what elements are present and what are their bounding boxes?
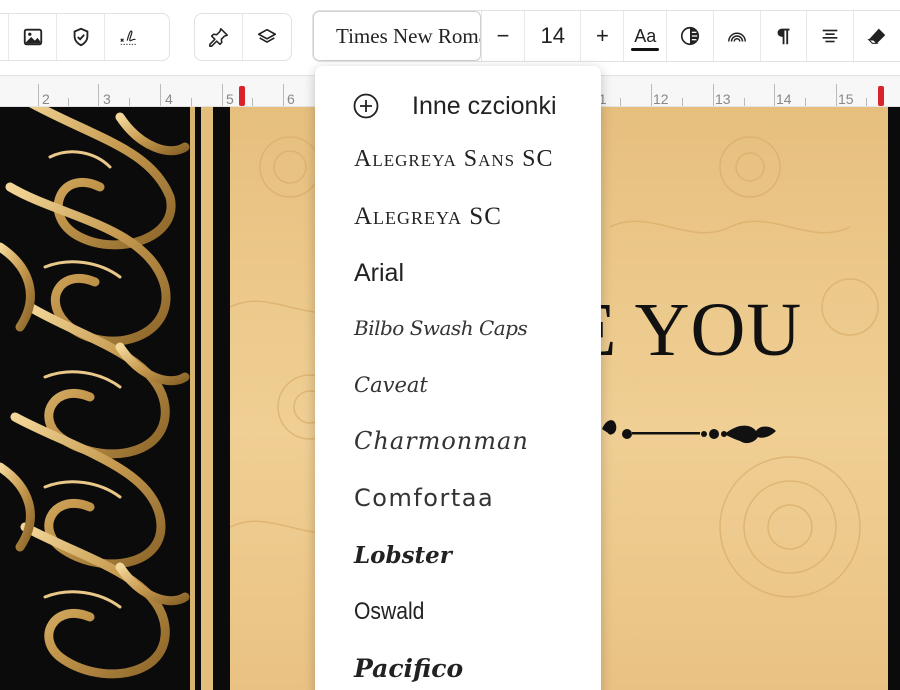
ornament-flourish	[602, 420, 776, 444]
left-margin-marker[interactable]	[239, 86, 245, 106]
ruler-label: 6	[287, 91, 295, 107]
ruler-label: 2	[42, 91, 50, 107]
pin-button[interactable]	[195, 14, 243, 60]
font-option-oswald[interactable]: Oswald	[354, 598, 424, 626]
text-format-group: Times New Roman − 14 + Aa	[312, 10, 900, 62]
ornamental-border	[0, 107, 190, 690]
font-option-pacifico[interactable]: Pacifico	[354, 654, 463, 683]
shield-icon	[73, 27, 88, 47]
add-circle-icon	[353, 93, 379, 119]
text-curve-button[interactable]	[712, 11, 760, 61]
text-style-label: Aa	[631, 26, 660, 51]
object-tools-group	[194, 13, 292, 61]
contrast-button[interactable]	[666, 11, 713, 61]
ruler-label: 14	[776, 91, 792, 107]
protect-button[interactable]	[57, 14, 105, 60]
font-option-comfortaa[interactable]: Comfortaa	[354, 484, 494, 512]
image-icon	[23, 28, 42, 46]
font-dropdown: Inne czcionki Alegreya Sans SC Alegreya …	[315, 66, 601, 690]
card-title[interactable]: E YOU	[570, 287, 802, 374]
signature-button[interactable]	[105, 14, 153, 60]
ruler-label: 4	[165, 91, 173, 107]
ruler-label: 13	[715, 91, 731, 107]
eraser-icon	[867, 28, 886, 44]
pilcrow-icon	[777, 28, 790, 45]
ruler-label: 3	[103, 91, 111, 107]
signature-icon	[120, 30, 138, 45]
partial-button[interactable]	[0, 14, 9, 60]
font-option-bilbo-swash-caps[interactable]: Bilbo Swash Caps	[354, 316, 528, 340]
toolbar: Times New Roman − 14 + Aa	[0, 0, 900, 76]
font-option-lobster[interactable]: Lobster	[354, 542, 452, 569]
align-center-button[interactable]	[806, 11, 853, 61]
layers-button[interactable]	[243, 14, 291, 60]
insert-image-button[interactable]	[9, 14, 57, 60]
contrast-icon	[680, 26, 700, 46]
decrease-size-button[interactable]: −	[481, 11, 524, 61]
ruler-label: 12	[653, 91, 669, 107]
right-margin-marker[interactable]	[878, 86, 884, 106]
paragraph-button[interactable]	[759, 11, 807, 61]
editor-window: Times New Roman − 14 + Aa	[0, 0, 900, 690]
increase-size-button[interactable]: +	[580, 11, 623, 61]
font-option-arial[interactable]: Arial	[354, 259, 404, 288]
font-option-alegreya-sans-sc[interactable]: Alegreya Sans SC	[354, 146, 553, 173]
font-family-select[interactable]: Times New Roman	[313, 11, 482, 61]
ruler-label: 15	[838, 91, 854, 107]
font-option-alegreya-sc[interactable]: Alegreya SC	[354, 203, 502, 231]
more-fonts-label: Inne czcionki	[412, 91, 557, 120]
font-option-charmonman[interactable]: Charmonman	[354, 427, 529, 455]
rainbow-icon	[727, 32, 746, 42]
more-fonts-button[interactable]: Inne czcionki	[315, 82, 601, 130]
pin-icon	[208, 27, 228, 47]
clear-format-button[interactable]	[853, 11, 900, 61]
font-size-input[interactable]: 14	[523, 11, 581, 61]
ruler-label: 5	[226, 91, 234, 107]
gold-stripe	[201, 107, 213, 690]
align-center-icon	[823, 29, 838, 43]
font-option-caveat[interactable]: Caveat	[354, 373, 428, 397]
layers-icon	[257, 28, 277, 43]
insert-tools-group	[0, 13, 170, 61]
text-style-button[interactable]: Aa	[623, 11, 666, 61]
